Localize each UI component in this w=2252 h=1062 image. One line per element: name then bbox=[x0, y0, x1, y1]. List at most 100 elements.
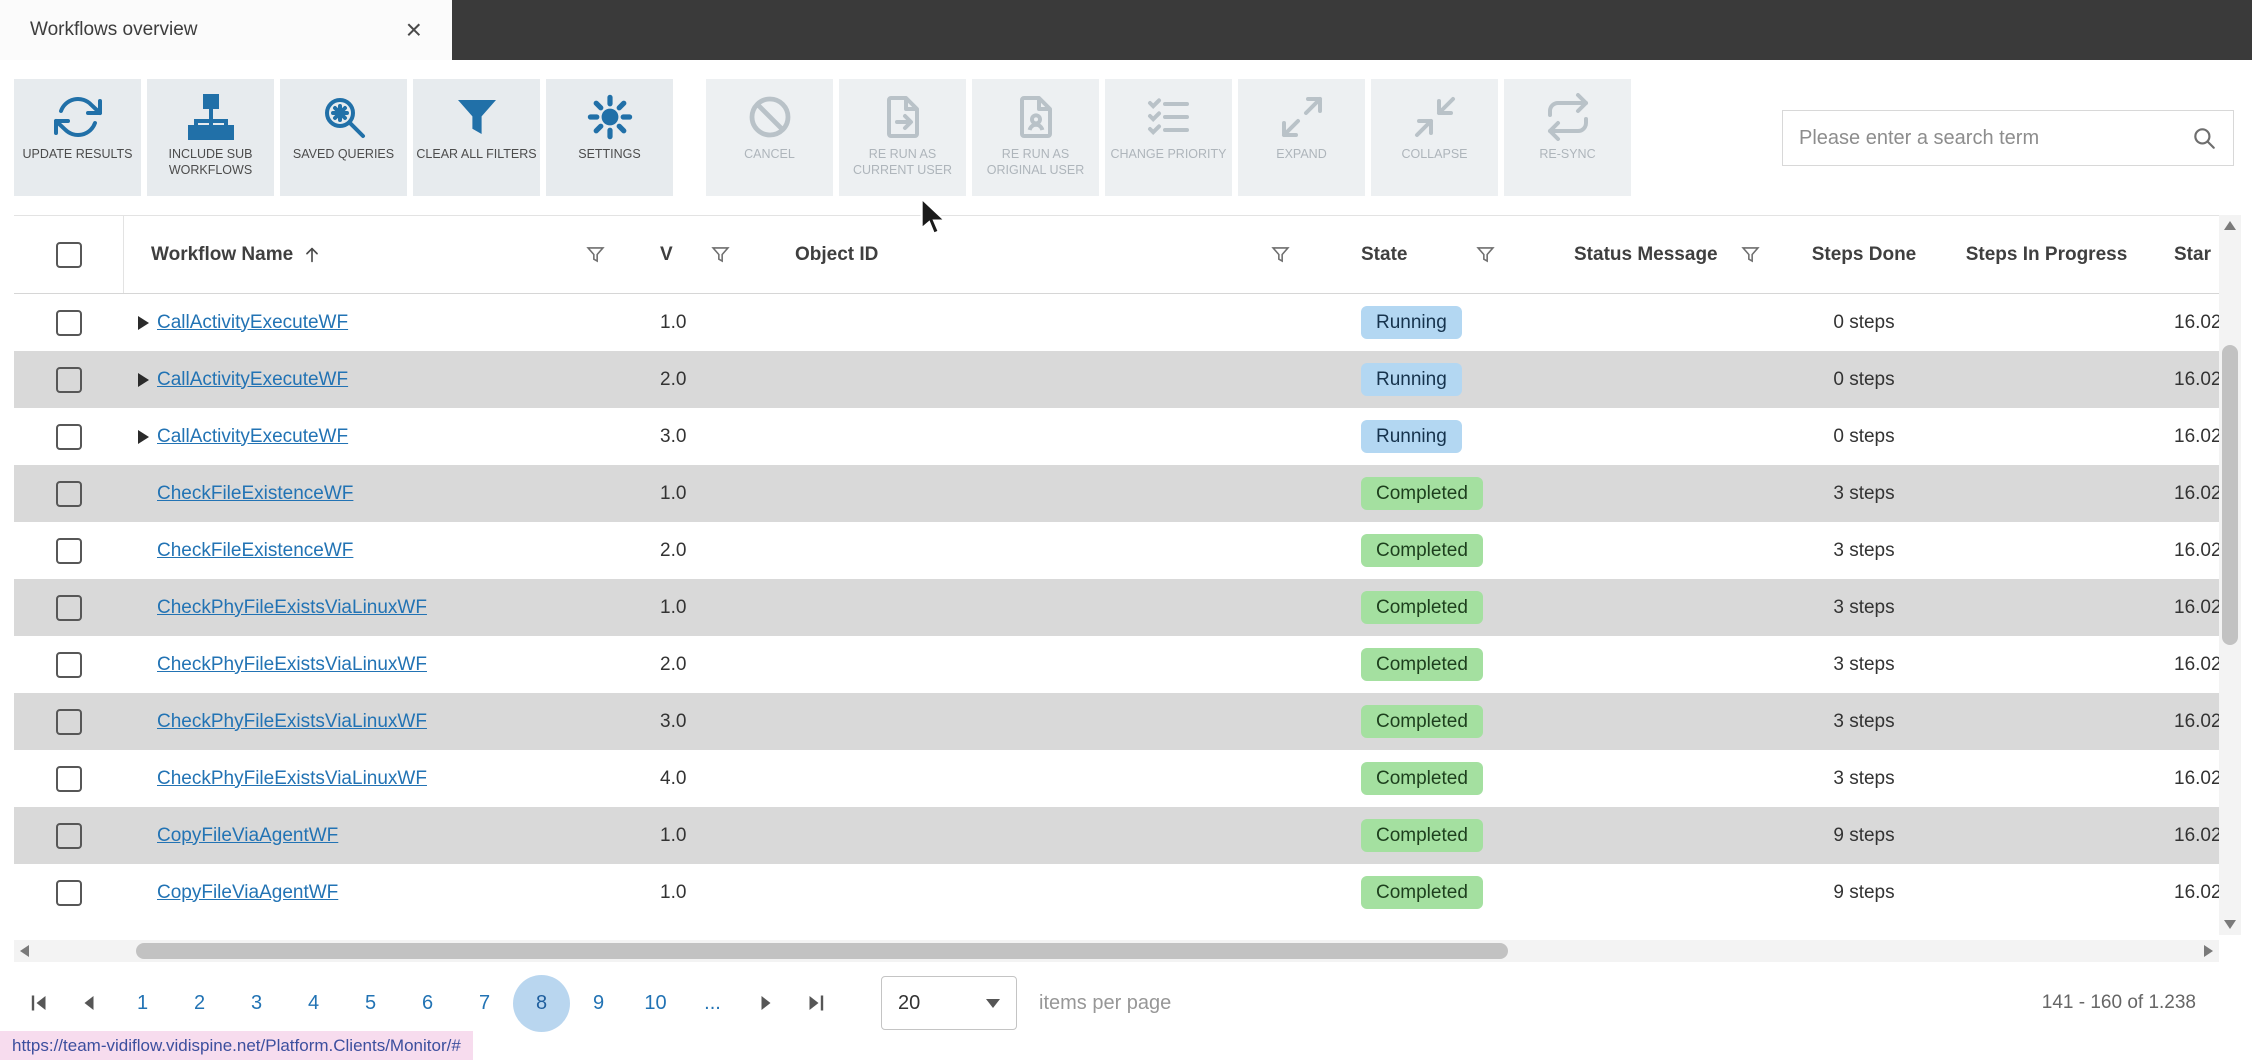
scroll-up-arrow-icon[interactable] bbox=[2224, 221, 2236, 230]
workflow-name-link[interactable]: CallActivityExecuteWF bbox=[157, 369, 348, 391]
row-checkbox[interactable] bbox=[56, 366, 82, 393]
page-button-3[interactable]: 3 bbox=[228, 975, 285, 1032]
row-checkbox[interactable] bbox=[56, 480, 82, 507]
scroll-right-arrow-icon[interactable] bbox=[2204, 945, 2213, 957]
first-page-button[interactable] bbox=[14, 975, 64, 1032]
settings-button[interactable]: SETTINGS bbox=[546, 79, 673, 196]
page-button-2[interactable]: 2 bbox=[171, 975, 228, 1032]
update-results-button[interactable]: UPDATE RESULTS bbox=[14, 79, 141, 196]
workflow-name-cell: CheckPhyFileExistsViaLinuxWF bbox=[124, 579, 624, 636]
table-row: CheckPhyFileExistsViaLinuxWF 2.0 Completed… bbox=[14, 636, 2219, 693]
horizontal-scrollbar[interactable] bbox=[14, 940, 2219, 962]
tab-close-icon[interactable]: × bbox=[406, 16, 422, 44]
object-id-filter-icon[interactable] bbox=[1270, 244, 1291, 265]
steps-done-value: 0 steps bbox=[1833, 368, 1895, 390]
version-cell: 3.0 bbox=[624, 693, 739, 750]
steps-done-cell: 3 steps bbox=[1779, 693, 1949, 750]
next-page-button[interactable] bbox=[741, 975, 791, 1032]
include-sub-workflows-button[interactable]: INCLUDE SUB WORKFLOWS bbox=[147, 79, 274, 196]
row-checkbox[interactable] bbox=[56, 708, 82, 735]
steps-done-cell: 3 steps bbox=[1779, 636, 1949, 693]
change-priority-button[interactable]: CHANGE PRIORITY bbox=[1105, 79, 1232, 196]
select-all-checkbox[interactable] bbox=[55, 241, 82, 268]
version-cell: 4.0 bbox=[624, 750, 739, 807]
steps-done-cell: 0 steps bbox=[1779, 408, 1949, 465]
started-cell: 16.02 bbox=[2144, 351, 2219, 408]
steps-done-cell: 3 steps bbox=[1779, 465, 1949, 522]
tab-workflows-overview[interactable]: Workflows overview × bbox=[0, 0, 452, 60]
expand-caret-icon[interactable] bbox=[138, 429, 149, 444]
sort-ascending-icon[interactable] bbox=[301, 244, 323, 266]
version-cell: 1.0 bbox=[624, 579, 739, 636]
header-object-id: Object ID bbox=[739, 216, 1309, 293]
workflow-name-cell: CheckFileExistenceWF bbox=[124, 465, 624, 522]
expand-caret-icon[interactable] bbox=[138, 372, 149, 387]
version-value: 4.0 bbox=[660, 767, 687, 789]
workflow-name-link[interactable]: CheckFileExistenceWF bbox=[157, 540, 353, 562]
saved-queries-button[interactable]: SAVED QUERIES bbox=[280, 79, 407, 196]
header-workflow-name: Workflow Name bbox=[124, 216, 624, 293]
expand-button[interactable]: EXPAND bbox=[1238, 79, 1365, 196]
page-button-7[interactable]: 7 bbox=[456, 975, 513, 1032]
row-checkbox[interactable] bbox=[56, 309, 82, 336]
workflow-name-link[interactable]: CallActivityExecuteWF bbox=[157, 426, 348, 448]
last-page-button[interactable] bbox=[791, 975, 841, 1032]
horizontal-scrollbar-thumb[interactable] bbox=[136, 943, 1508, 959]
page-button-10[interactable]: 10 bbox=[627, 975, 684, 1032]
workflow-name-link[interactable]: CheckPhyFileExistsViaLinuxWF bbox=[157, 768, 427, 790]
page-button-6[interactable]: 6 bbox=[399, 975, 456, 1032]
cancel-button[interactable]: CANCEL bbox=[706, 79, 833, 196]
expand-caret-icon[interactable] bbox=[138, 315, 149, 330]
steps-done-value: 3 steps bbox=[1833, 596, 1895, 618]
re-run-as-current-user-button[interactable]: RE RUN AS CURRENT USER bbox=[839, 79, 966, 196]
vertical-scrollbar-thumb[interactable] bbox=[2222, 345, 2238, 645]
workflow-name-link[interactable]: CopyFileViaAgentWF bbox=[157, 882, 338, 904]
row-checkbox[interactable] bbox=[56, 822, 82, 849]
select-cell bbox=[14, 522, 124, 579]
page-button-8[interactable]: 8 bbox=[513, 974, 570, 1032]
workflow-name-link[interactable]: CallActivityExecuteWF bbox=[157, 312, 348, 334]
steps-done-value: 3 steps bbox=[1833, 653, 1895, 675]
table-row: CheckPhyFileExistsViaLinuxWF 1.0 Completed… bbox=[14, 579, 2219, 636]
steps-in-progress-cell bbox=[1949, 579, 2144, 636]
row-checkbox[interactable] bbox=[56, 423, 82, 450]
row-checkbox[interactable] bbox=[56, 537, 82, 564]
object-id-cell bbox=[739, 807, 1309, 864]
scroll-left-arrow-icon[interactable] bbox=[20, 945, 29, 957]
vertical-scrollbar[interactable] bbox=[2219, 215, 2241, 935]
page-button-5[interactable]: 5 bbox=[342, 975, 399, 1032]
page-size-select[interactable]: 20 bbox=[881, 976, 1017, 1030]
object-id-cell bbox=[739, 693, 1309, 750]
version-value: 2.0 bbox=[660, 368, 687, 390]
previous-page-button[interactable] bbox=[64, 975, 114, 1032]
search-icon[interactable] bbox=[2191, 125, 2217, 151]
state-badge: Completed bbox=[1361, 818, 1483, 853]
status-url-text: https://team-vidiflow.vidispine.net/Plat… bbox=[12, 1035, 461, 1055]
status-message-filter-icon[interactable] bbox=[1740, 244, 1761, 265]
re-sync-button[interactable]: RE-SYNC bbox=[1504, 79, 1631, 196]
state-filter-icon[interactable] bbox=[1475, 244, 1496, 265]
workflow-name-link[interactable]: CheckPhyFileExistsViaLinuxWF bbox=[157, 711, 427, 733]
row-checkbox[interactable] bbox=[56, 765, 82, 792]
toolbar-button-group: UPDATE RESULTS INCLUDE SUB WORKFLOWS SAVED… bbox=[14, 79, 1631, 196]
workflow-name-link[interactable]: CheckPhyFileExistsViaLinuxWF bbox=[157, 597, 427, 619]
steps-done-cell: 9 steps bbox=[1779, 807, 1949, 864]
status-message-cell bbox=[1514, 465, 1779, 522]
page-ellipsis[interactable]: ... bbox=[684, 975, 741, 1032]
re-run-as-original-user-button[interactable]: RE RUN AS ORIGINAL USER bbox=[972, 79, 1099, 196]
row-checkbox[interactable] bbox=[56, 651, 82, 678]
page-button-4[interactable]: 4 bbox=[285, 975, 342, 1032]
row-checkbox[interactable] bbox=[56, 594, 82, 621]
collapse-button[interactable]: COLLAPSE bbox=[1371, 79, 1498, 196]
workflow-name-link[interactable]: CheckPhyFileExistsViaLinuxWF bbox=[157, 654, 427, 676]
page-button-1[interactable]: 1 bbox=[114, 975, 171, 1032]
page-button-9[interactable]: 9 bbox=[570, 975, 627, 1032]
workflow-name-filter-icon[interactable] bbox=[585, 244, 606, 265]
workflow-name-link[interactable]: CheckFileExistenceWF bbox=[157, 483, 353, 505]
scroll-down-arrow-icon[interactable] bbox=[2224, 920, 2236, 929]
clear-all-filters-button[interactable]: CLEAR ALL FILTERS bbox=[413, 79, 540, 196]
row-checkbox[interactable] bbox=[56, 879, 82, 906]
search-input[interactable] bbox=[1799, 126, 2191, 150]
version-filter-icon[interactable] bbox=[710, 244, 731, 265]
workflow-name-link[interactable]: CopyFileViaAgentWF bbox=[157, 825, 338, 847]
